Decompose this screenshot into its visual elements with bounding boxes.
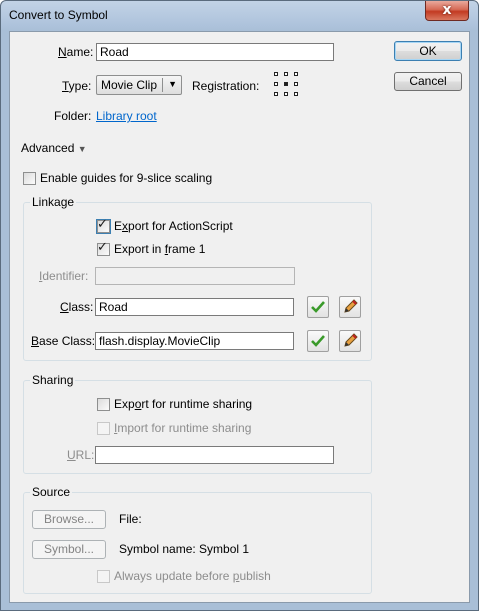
advanced-label: Advanced: [21, 141, 75, 155]
validate-class-button[interactable]: [307, 296, 329, 318]
url-field[interactable]: [95, 446, 334, 464]
symbol-button[interactable]: Symbol...: [32, 540, 106, 559]
window-title: Convert to Symbol: [9, 8, 108, 22]
nine-slice-label: Enable guides for 9-slice scaling: [40, 171, 213, 185]
reg-point-tl[interactable]: [274, 72, 278, 76]
export-frame1-checkbox[interactable]: ✓: [97, 240, 110, 256]
reg-point-bl[interactable]: [274, 92, 278, 96]
edit-base-class-button[interactable]: [339, 330, 361, 352]
reg-point-bc[interactable]: [284, 92, 288, 96]
export-frame1-label: Export in frame 1: [114, 242, 206, 256]
reg-point-ml[interactable]: [274, 82, 278, 86]
close-icon: x: [442, 2, 452, 18]
class-field[interactable]: Road: [95, 298, 294, 316]
triangle-down-icon: ▼: [77, 144, 87, 154]
registration-label: Registration:: [192, 79, 260, 93]
checkmark-icon: ✓: [97, 217, 108, 232]
folder-label: Folder:: [54, 109, 92, 123]
import-runtime-checkbox[interactable]: [97, 422, 110, 435]
advanced-toggle[interactable]: Advanced ▼: [21, 141, 87, 155]
check-icon: [311, 301, 325, 313]
linkage-title: Linkage: [30, 195, 77, 209]
url-label: URL:: [67, 448, 95, 462]
type-label: Type:: [62, 79, 92, 93]
browse-button[interactable]: Browse...: [32, 510, 106, 529]
close-button[interactable]: x: [425, 1, 469, 21]
reg-point-br[interactable]: [294, 92, 298, 96]
export-actionscript-checkbox[interactable]: ✓: [96, 217, 111, 234]
always-update-checkbox[interactable]: [97, 570, 110, 583]
checkmark-icon: ✓: [97, 240, 108, 255]
name-field[interactable]: Road: [96, 43, 334, 61]
chevron-down-icon: ▼: [168, 79, 177, 89]
pencil-icon: [344, 299, 358, 313]
nine-slice-checkbox[interactable]: [23, 172, 36, 185]
cancel-button[interactable]: Cancel: [394, 72, 462, 91]
folder-link[interactable]: Library root: [96, 109, 157, 123]
reg-point-tr[interactable]: [294, 72, 298, 76]
identifier-field[interactable]: [95, 267, 295, 285]
pencil-icon: [344, 333, 358, 347]
type-dropdown[interactable]: Movie Clip ▼: [96, 75, 182, 95]
base-class-label: Base Class:: [31, 334, 96, 348]
symbol-name-label: Symbol name: Symbol 1: [119, 542, 250, 556]
check-icon: [311, 335, 325, 347]
class-label: Class:: [60, 300, 94, 314]
name-label: Name:: [58, 45, 94, 59]
dialog-window: Convert to Symbol x Name: Road Type: Mov…: [0, 0, 479, 611]
reg-point-mr[interactable]: [294, 82, 298, 86]
export-runtime-checkbox[interactable]: [97, 398, 110, 411]
export-actionscript-label: Export for ActionScript: [114, 219, 233, 233]
ok-button[interactable]: OK: [394, 41, 462, 61]
reg-point-center[interactable]: [284, 82, 288, 86]
identifier-label: Identifier:: [39, 269, 89, 283]
reg-point-tc[interactable]: [284, 72, 288, 76]
title-bar[interactable]: Convert to Symbol x: [1, 1, 478, 29]
source-title: Source: [30, 485, 73, 499]
type-dropdown-value: Movie Clip: [101, 78, 158, 92]
export-runtime-label: Export for runtime sharing: [114, 397, 253, 411]
base-class-field[interactable]: flash.display.MovieClip: [95, 332, 294, 350]
dropdown-separator: [162, 78, 163, 92]
registration-grid[interactable]: [274, 72, 298, 96]
validate-base-class-button[interactable]: [307, 330, 329, 352]
import-runtime-label: Import for runtime sharing: [114, 421, 252, 435]
file-label: File:: [119, 512, 142, 526]
edit-class-button[interactable]: [339, 296, 361, 318]
dialog-body: Name: Road Type: Movie Clip ▼ Registrati…: [9, 31, 470, 603]
always-update-label: Always update before publish: [114, 569, 271, 583]
sharing-title: Sharing: [30, 373, 76, 387]
